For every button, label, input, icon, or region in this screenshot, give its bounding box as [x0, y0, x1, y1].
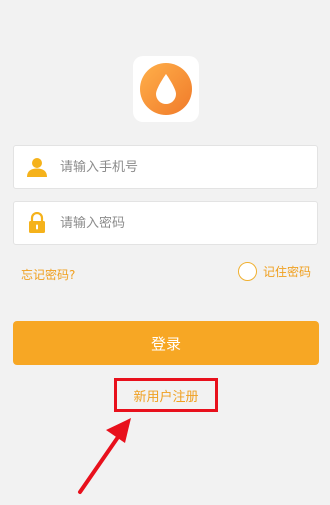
app-logo — [133, 56, 199, 122]
remember-radio[interactable] — [237, 262, 257, 281]
password-input[interactable] — [60, 215, 300, 231]
login-button[interactable]: 登录 — [13, 321, 319, 365]
water-drop-icon — [156, 74, 176, 104]
remember-label: 记住密码 — [262, 265, 311, 279]
phone-field[interactable] — [13, 145, 318, 189]
logo-circle — [140, 63, 192, 115]
login-screen: 忘记密码? 记住密码 登录 新用户注册 — [0, 0, 330, 505]
lock-icon — [14, 212, 60, 234]
password-field[interactable] — [13, 201, 318, 245]
register-link[interactable]: 新用户注册 — [114, 378, 218, 412]
user-icon — [14, 156, 60, 178]
remember-password-toggle[interactable]: 记住密码 — [237, 262, 311, 281]
phone-input[interactable] — [60, 159, 300, 175]
forgot-password-link[interactable]: 忘记密码? — [21, 266, 75, 283]
